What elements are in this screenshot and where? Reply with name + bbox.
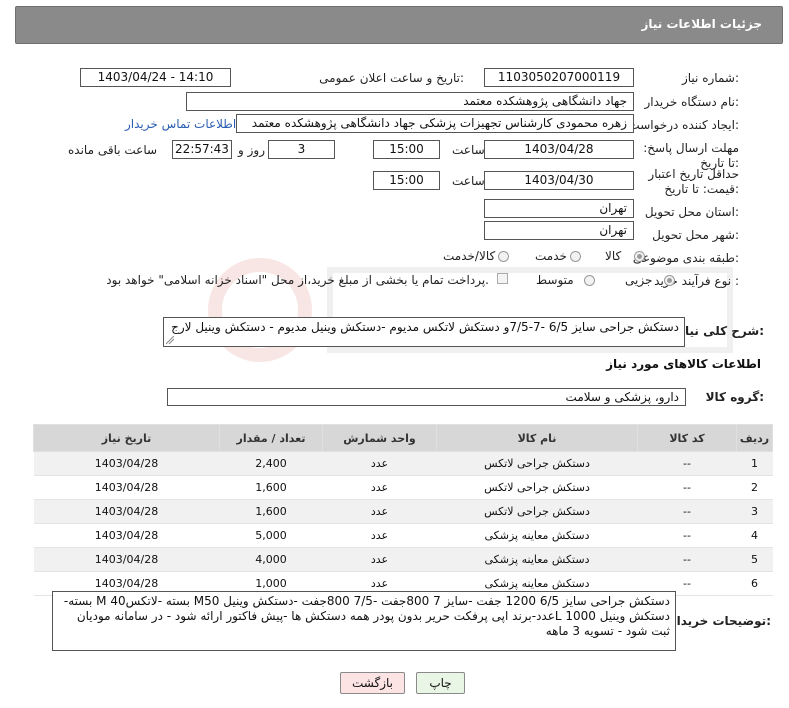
print-button[interactable]: چاپ	[416, 672, 465, 694]
cell-quantity: 2,400	[219, 451, 323, 476]
cell-row-number: 2	[736, 475, 773, 500]
cell-row-number: 3	[736, 499, 773, 524]
process-minor-label: جزیی	[625, 273, 653, 287]
reply-date-field: 1403/04/28	[484, 140, 634, 159]
buyer-notes-textarea: دستکش جراحی سایز 6/5 1200 جفت -سایز 7 80…	[52, 591, 676, 651]
cell-unit: عدد	[322, 475, 437, 500]
table-row: 3 -- دستکش جراحی لاتکس عدد 1,600 1403/04…	[33, 499, 773, 524]
resize-handle-icon[interactable]	[166, 336, 174, 344]
category-goods-label: کالا	[605, 249, 622, 263]
cell-row-number: 4	[736, 523, 773, 548]
days-label: روز و	[238, 143, 265, 157]
table-row: 2 -- دستکش جراحی لاتکس عدد 1,600 1403/04…	[33, 475, 773, 500]
category-goods-radio[interactable]	[634, 251, 645, 262]
city-label: شهر محل تحویل:	[652, 228, 739, 242]
col-header-unit: واحد شمارش	[322, 424, 437, 452]
payment-note: پرداخت تمام یا بخشی از مبلغ خرید،از محل …	[106, 273, 489, 287]
treasury-payment-checkbox[interactable]	[497, 273, 508, 284]
description-label: شرح کلی نیاز:	[678, 324, 764, 338]
cell-code: --	[637, 547, 737, 572]
cell-code: --	[637, 475, 737, 500]
goods-group-field: دارو، پزشکی و سلامت	[167, 388, 686, 406]
cell-code: --	[637, 499, 737, 524]
cell-date: 1403/04/28	[33, 499, 220, 524]
validity-date-field: 1403/04/30	[484, 171, 634, 190]
reply-time-label: ساعت	[452, 143, 485, 157]
table-row: 1 -- دستکش جراحی لاتکس عدد 2,400 1403/04…	[33, 451, 773, 476]
cell-unit: عدد	[322, 499, 437, 524]
cell-row-number: 6	[736, 571, 773, 596]
cell-date: 1403/04/28	[33, 451, 220, 476]
table-row: 5 -- دستکش معاینه پزشکی عدد 4,000 1403/0…	[33, 547, 773, 572]
category-service-radio[interactable]	[570, 251, 581, 262]
goods-table: ردیف کد کالا نام کالا واحد شمارش تعداد /…	[33, 424, 773, 596]
need-number-label: شماره نیاز:	[681, 71, 739, 85]
buyer-org-field: جهاد دانشگاهی پژوهشکده معتمد	[186, 92, 634, 111]
col-header-row-number: ردیف	[736, 424, 773, 452]
cell-unit: عدد	[322, 451, 437, 476]
cell-quantity: 5,000	[219, 523, 323, 548]
creator-field: زهره محمودی کارشناس تجهیزات پزشکی جهاد د…	[236, 114, 634, 133]
cell-quantity: 4,000	[219, 547, 323, 572]
cell-quantity: 1,600	[219, 499, 323, 524]
cell-unit: عدد	[322, 547, 437, 572]
validity-time-field: 15:00	[373, 171, 440, 190]
remaining-time-field: 22:57:43	[172, 140, 232, 159]
cell-name: دستکش جراحی لاتکس	[436, 499, 638, 524]
remaining-label: ساعت باقی مانده	[68, 143, 158, 157]
reply-time-field: 15:00	[373, 140, 440, 159]
cell-name: دستکش جراحی لاتکس	[436, 475, 638, 500]
category-both-radio[interactable]	[498, 251, 509, 262]
cell-code: --	[637, 523, 737, 548]
province-field: تهران	[484, 199, 634, 218]
table-header-row: ردیف کد کالا نام کالا واحد شمارش تعداد /…	[33, 424, 773, 452]
back-button[interactable]: بازگشت	[340, 672, 405, 694]
category-both-label: کالا/خدمت	[443, 249, 496, 263]
cell-date: 1403/04/28	[33, 475, 220, 500]
buyer-notes-label: توضیحات خریدار:	[669, 614, 771, 628]
col-header-date: تاریخ نیاز	[33, 424, 220, 452]
announce-field: 1403/04/24 - 14:10	[80, 68, 231, 87]
process-medium-radio[interactable]	[584, 275, 595, 286]
description-textarea: دستکش جراحی سایز 6/5 -7-7/5و دستکش لاتکس…	[163, 317, 685, 347]
days-remaining-field: 3	[268, 140, 335, 159]
table-row: 4 -- دستکش معاینه پزشکی عدد 5,000 1403/0…	[33, 523, 773, 548]
watermark-logo-icon	[208, 258, 733, 362]
panel-header: جزئیات اطلاعات نیاز	[15, 6, 783, 44]
cell-name: دستکش جراحی لاتکس	[436, 451, 638, 476]
cell-row-number: 1	[736, 451, 773, 476]
process-minor-radio[interactable]	[664, 275, 675, 286]
need-number-field: 1103050207000119	[484, 68, 634, 87]
cell-name: دستکش معاینه پزشکی	[436, 523, 638, 548]
cell-code: --	[637, 451, 737, 476]
buyer-org-label: نام دستگاه خریدار:	[644, 95, 740, 109]
col-header-code: کد کالا	[637, 424, 737, 452]
cell-row-number: 5	[736, 547, 773, 572]
goods-group-label: گروه کالا:	[705, 390, 764, 404]
cell-date: 1403/04/28	[33, 523, 220, 548]
buyer-contact-link[interactable]: اطلاعات تماس خریدار	[125, 117, 236, 131]
description-text: دستکش جراحی سایز 6/5 -7-7/5و دستکش لاتکس…	[171, 320, 679, 334]
col-header-name: نام کالا	[436, 424, 638, 452]
process-medium-label: متوسط	[536, 273, 574, 287]
city-field: تهران	[484, 221, 634, 240]
cell-quantity: 1,600	[219, 475, 323, 500]
creator-label: ایجاد کننده درخواست:	[628, 118, 739, 132]
validity-time-label: ساعت	[452, 174, 485, 188]
panel-title: جزئیات اطلاعات نیاز	[641, 17, 762, 31]
buyer-notes-text: دستکش جراحی سایز 6/5 1200 جفت -سایز 7 80…	[63, 594, 670, 638]
col-header-quantity: تعداد / مقدار	[219, 424, 323, 452]
province-label: استان محل تحویل:	[644, 205, 739, 219]
category-service-label: خدمت	[535, 249, 567, 263]
price-validity-label: حداقل تاریخ اعتبار قیمت: تا تاریخ:	[648, 167, 739, 196]
cell-date: 1403/04/28	[33, 547, 220, 572]
cell-name: دستکش معاینه پزشکی	[436, 547, 638, 572]
cell-unit: عدد	[322, 523, 437, 548]
goods-section-title: اطلاعات کالاهای مورد نیاز	[606, 357, 761, 371]
announce-label: تاریخ و ساعت اعلان عمومی:	[319, 71, 464, 85]
category-label: طبقه بندی موضوعی:	[632, 251, 739, 265]
